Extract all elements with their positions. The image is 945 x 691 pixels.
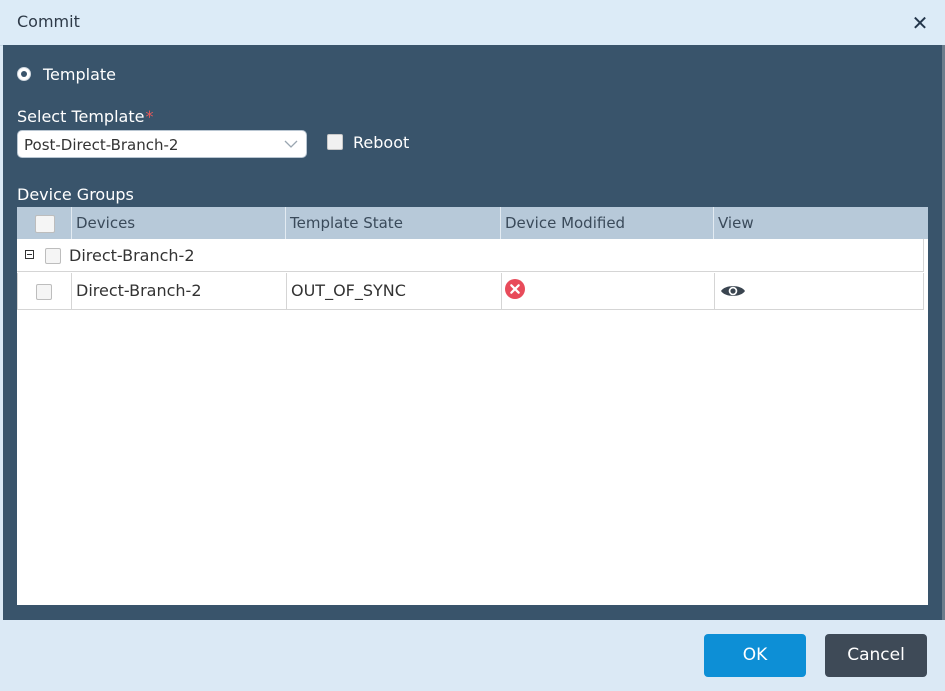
reboot-label: Reboot [353, 133, 410, 152]
close-icon[interactable]: ✕ [909, 12, 931, 34]
select-template-label: Select Template* [17, 107, 153, 126]
view-cell [715, 273, 925, 309]
template-radio-label: Template [43, 65, 117, 84]
device-groups-label: Device Groups [17, 185, 134, 204]
column-header-devices[interactable]: Devices [72, 207, 286, 239]
dialog-title: Commit [17, 12, 80, 31]
error-x-icon [505, 279, 525, 299]
group-name: Direct-Branch-2 [69, 246, 195, 265]
select-template-label-text: Select Template [17, 107, 145, 126]
device-name-cell: Direct-Branch-2 [72, 273, 287, 309]
template-state-cell: OUT_OF_SYNC [287, 273, 502, 309]
device-groups-grid: Devices Template State Device Modified V… [17, 207, 928, 605]
ok-button[interactable]: OK [704, 634, 806, 677]
column-header-view[interactable]: View [714, 207, 928, 239]
row-select-cell [18, 273, 72, 309]
reboot-checkbox[interactable] [327, 134, 343, 150]
column-header-template-state[interactable]: Template State [286, 207, 501, 239]
template-select-value: Post-Direct-Branch-2 [24, 136, 179, 154]
dialog-footer: OK Cancel [0, 620, 945, 691]
row-checkbox[interactable] [36, 284, 52, 300]
dialog-titlebar: Commit ✕ [0, 0, 945, 46]
chevron-down-icon [284, 140, 298, 148]
required-mark: * [145, 107, 154, 126]
template-radio[interactable] [17, 67, 31, 81]
grid-header: Devices Template State Device Modified V… [17, 207, 928, 239]
template-select[interactable]: Post-Direct-Branch-2 [17, 130, 307, 158]
column-header-device-modified[interactable]: Device Modified [501, 207, 714, 239]
group-row: Direct-Branch-2 [17, 239, 924, 272]
table-row: Direct-Branch-2 OUT_OF_SYNC [17, 273, 924, 310]
cancel-button[interactable]: Cancel [825, 634, 927, 677]
select-all-checkbox[interactable] [35, 215, 55, 233]
header-select-cell [17, 207, 72, 239]
device-modified-cell [502, 273, 715, 309]
collapse-icon[interactable] [25, 250, 34, 259]
group-checkbox[interactable] [45, 248, 61, 264]
eye-icon[interactable] [720, 283, 746, 299]
